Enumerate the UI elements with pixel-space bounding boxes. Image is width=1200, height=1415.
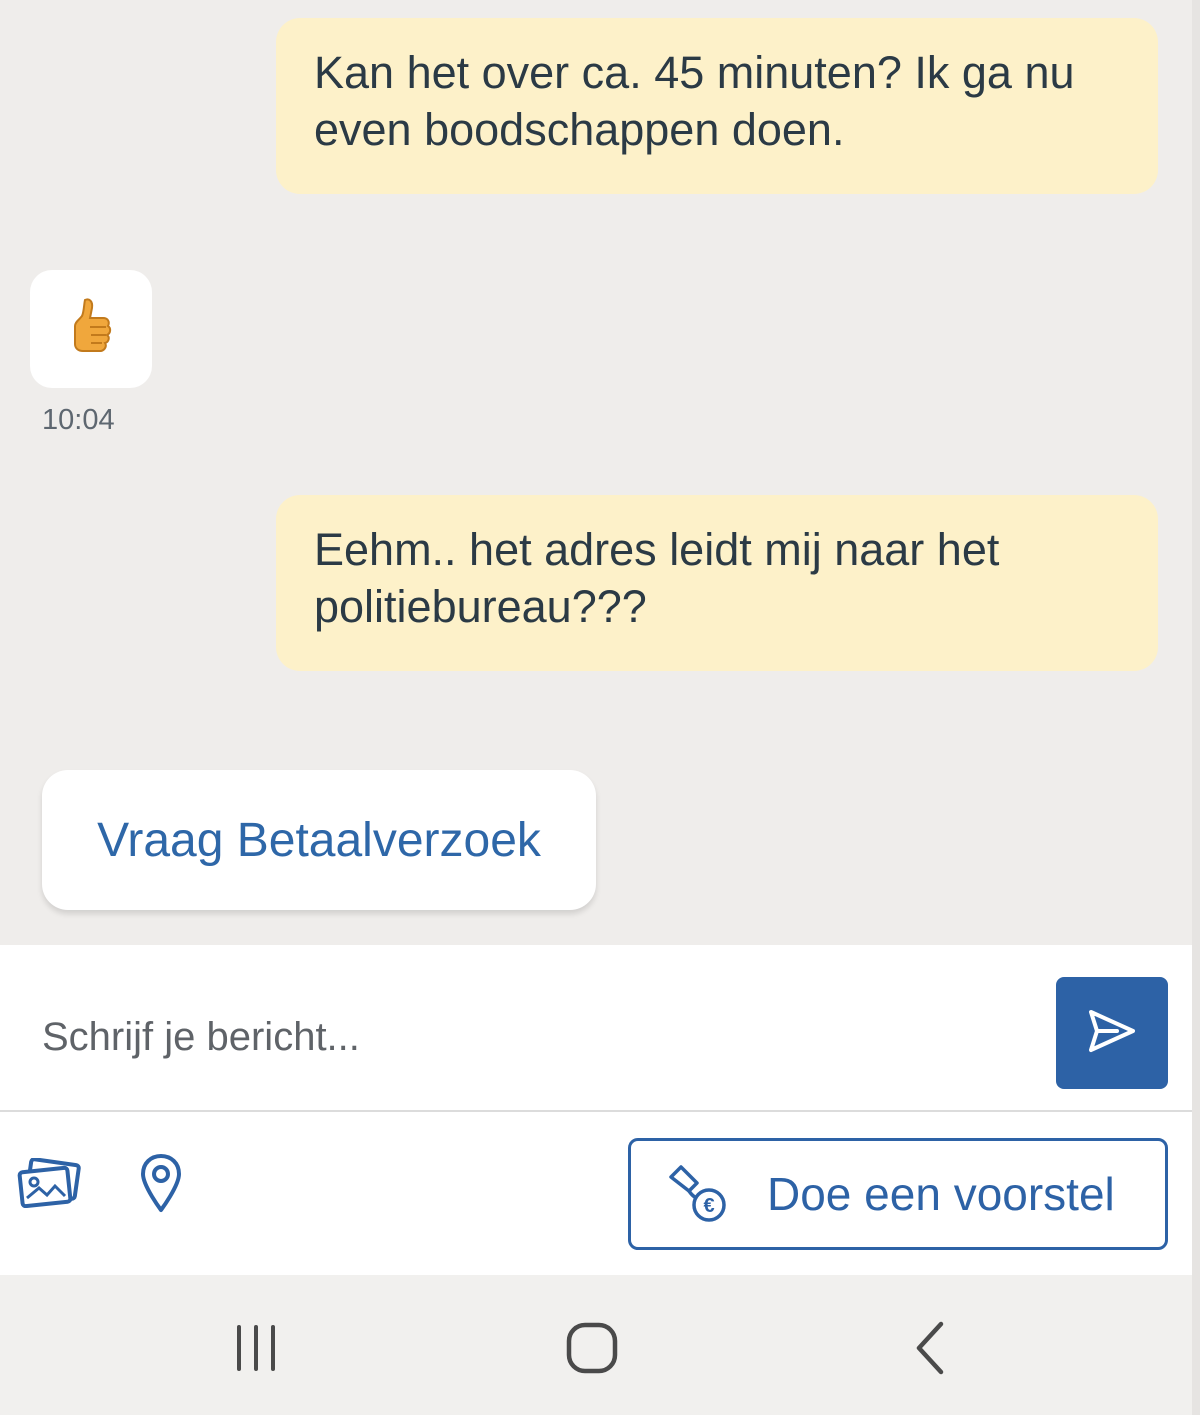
request-payment-button[interactable]: Vraag Betaalverzoek	[42, 770, 596, 910]
location-pin-icon	[139, 1152, 183, 1219]
photos-icon	[17, 1156, 81, 1213]
send-button[interactable]	[1056, 977, 1168, 1089]
chat-area[interactable]: Kan het over ca. 45 minuten? Ik ga nu ev…	[0, 0, 1200, 945]
recent-apps-icon	[231, 1323, 281, 1378]
message-composer	[0, 945, 1192, 1112]
message-text: Eehm.. het adres leidt mij naar het poli…	[314, 524, 1000, 632]
add-photo-button[interactable]	[14, 1150, 84, 1220]
thumbs-up-icon	[69, 296, 113, 363]
back-button[interactable]	[890, 1315, 970, 1385]
message-text: Kan het over ca. 45 minuten? Ik ga nu ev…	[314, 47, 1075, 155]
message-input[interactable]	[42, 1007, 1022, 1067]
outgoing-message-bubble[interactable]: Eehm.. het adres leidt mij naar het poli…	[276, 495, 1158, 671]
incoming-message-bubble[interactable]	[30, 270, 152, 388]
back-icon	[913, 1320, 947, 1381]
request-payment-label: Vraag Betaalverzoek	[97, 813, 541, 867]
share-location-button[interactable]	[126, 1150, 196, 1220]
hand-coin-icon: €	[667, 1163, 729, 1225]
screen-edge	[1192, 0, 1200, 1415]
home-icon	[565, 1321, 619, 1380]
message-timestamp: 10:04	[42, 404, 115, 436]
send-icon	[1087, 1008, 1137, 1059]
outgoing-message-bubble[interactable]: Kan het over ca. 45 minuten? Ik ga nu ev…	[276, 18, 1158, 194]
composer-toolbar: € Doe een voorstel	[0, 1112, 1192, 1275]
svg-text:€: €	[703, 1195, 714, 1217]
make-offer-button[interactable]: € Doe een voorstel	[628, 1138, 1168, 1250]
system-navigation-bar	[0, 1275, 1192, 1415]
make-offer-label: Doe een voorstel	[767, 1168, 1115, 1220]
home-button[interactable]	[552, 1315, 632, 1385]
recent-apps-button[interactable]	[216, 1315, 296, 1385]
